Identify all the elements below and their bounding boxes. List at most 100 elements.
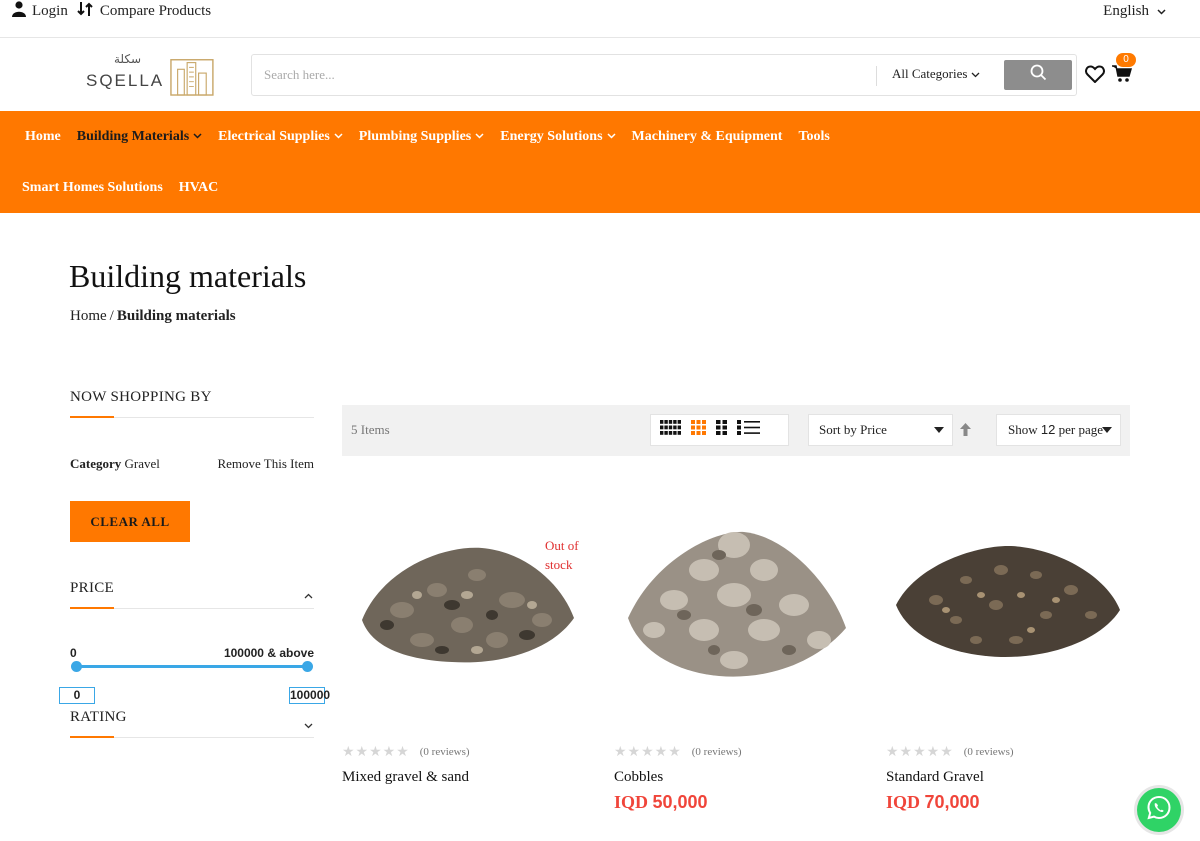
product-image-cobbles[interactable] <box>614 500 854 720</box>
search-bar: All Categories <box>251 54 1077 96</box>
price-currency: IQD <box>614 792 649 812</box>
grid-2-view-icon[interactable] <box>716 420 727 440</box>
caret-down-icon <box>1102 427 1112 433</box>
whatsapp-icon <box>1146 795 1172 826</box>
review-count[interactable]: (0 reviews) <box>692 746 742 758</box>
nav-item-energy-solutions[interactable]: Energy Solutions <box>492 129 623 145</box>
category-select-label: All Categories <box>892 66 968 81</box>
chevron-up-icon[interactable] <box>304 588 313 603</box>
view-mode-switcher <box>650 414 789 446</box>
breadcrumb-home-link[interactable]: Home <box>70 308 107 324</box>
price-slider-max-handle[interactable] <box>302 661 313 672</box>
per-page-select[interactable]: Show 12 per page <box>996 414 1121 446</box>
cart-count-badge: 0 <box>1116 53 1136 67</box>
nav-item-label: Electrical Supplies <box>218 128 330 144</box>
product-price: IQD 70,000 <box>886 792 980 813</box>
category-select[interactable]: All Categories <box>892 66 980 82</box>
nav-item-label: HVAC <box>178 179 219 195</box>
logo-text: SQELLA <box>86 71 165 90</box>
product-image-mixed-gravel[interactable] <box>342 500 582 720</box>
product-name[interactable]: Cobbles <box>614 769 663 786</box>
login-link[interactable]: Login <box>12 0 68 22</box>
review-count[interactable]: (0 reviews) <box>964 746 1014 758</box>
compare-products-link[interactable]: Compare Products <box>76 0 211 23</box>
compare-label: Compare Products <box>99 2 212 19</box>
rating-stars-icon: ★★★★★ <box>342 744 410 760</box>
nav-item-hvac[interactable]: HVAC <box>171 180 226 196</box>
chevron-down-icon <box>475 131 484 142</box>
price-max-input[interactable]: 100000 <box>289 687 330 704</box>
sort-select-label: Sort by Price <box>819 422 887 437</box>
nav-item-label: Home <box>25 128 61 144</box>
nav-row-1: Home Building Materials Electrical Suppl… <box>17 111 838 162</box>
nav-item-label: Tools <box>798 128 830 144</box>
chevron-down-icon <box>607 131 616 142</box>
product-name[interactable]: Standard Gravel <box>886 769 984 786</box>
rating-stars-icon: ★★★★★ <box>614 744 682 760</box>
grid-5-view-icon[interactable] <box>660 420 681 440</box>
nav-item-tools[interactable]: Tools <box>790 129 837 145</box>
search-button[interactable] <box>1004 60 1072 90</box>
price-range-labels: 0 100000 & above <box>70 646 314 660</box>
per-page-value: 12 <box>1040 422 1056 437</box>
filter-value: Gravel <box>124 456 160 471</box>
now-shopping-by-title: NOW SHOPPING BY <box>70 389 212 405</box>
nav-item-electrical-supplies[interactable]: Electrical Supplies <box>210 129 351 145</box>
nav-item-building-materials[interactable]: Building Materials <box>69 129 210 145</box>
search-input[interactable] <box>264 65 864 85</box>
site-logo[interactable]: سكلة SQELLA <box>86 52 214 98</box>
search-divider <box>876 66 877 86</box>
filter-label: Category <box>70 456 122 471</box>
product-image-standard-gravel[interactable] <box>886 500 1126 720</box>
section-accent <box>70 416 114 418</box>
chevron-down-icon <box>971 66 980 82</box>
price-max-label: 100000 & above <box>223 646 314 660</box>
product-rating: ★★★★★ (0 reviews) <box>886 744 1014 760</box>
nav-item-label: Energy Solutions <box>500 128 603 144</box>
compare-icon <box>76 0 94 23</box>
account-links: Login Compare Products <box>12 0 211 22</box>
rating-stars-icon: ★★★★★ <box>886 744 954 760</box>
cart-button[interactable]: 0 <box>1112 53 1136 88</box>
price-filter-title[interactable]: PRICE <box>70 580 114 597</box>
whatsapp-chat-button[interactable] <box>1137 788 1181 832</box>
site-header: سكلة SQELLA All Categories <box>0 38 1200 111</box>
chevron-down-icon <box>1157 3 1166 20</box>
product-toolbar: 5 Items Sort by Price Show 12 per page <box>342 405 1130 456</box>
nav-item-home[interactable]: Home <box>17 129 69 145</box>
price-slider-min-handle[interactable] <box>71 661 82 672</box>
sort-direction-arrow-up-icon[interactable] <box>960 423 971 441</box>
list-view-icon[interactable] <box>737 420 760 440</box>
product-name[interactable]: Mixed gravel & sand <box>342 769 469 786</box>
rating-filter-title[interactable]: RATING <box>70 709 127 726</box>
login-label: Login <box>32 2 68 19</box>
nav-row-2: Smart Homes Solutions HVAC <box>14 162 226 213</box>
wishlist-button[interactable] <box>1085 65 1105 88</box>
product-rating: ★★★★★ (0 reviews) <box>342 744 470 760</box>
main-navigation: Home Building Materials Electrical Suppl… <box>0 111 1200 213</box>
logo-arabic-text: سكلة <box>114 52 142 66</box>
nav-item-machinery-equipment[interactable]: Machinery & Equipment <box>624 129 791 145</box>
price-slider-track[interactable] <box>76 665 308 668</box>
heart-icon <box>1085 65 1105 87</box>
review-count[interactable]: (0 reviews) <box>420 746 470 758</box>
price-value: 50,000 <box>652 792 708 812</box>
product-rating: ★★★★★ (0 reviews) <box>614 744 742 760</box>
grid-4-view-icon[interactable] <box>691 420 706 440</box>
logo-building-icon <box>170 59 214 96</box>
language-switcher[interactable]: English <box>1103 0 1166 22</box>
sort-select[interactable]: Sort by Price <box>808 414 953 446</box>
breadcrumb: Home / Building materials <box>70 308 236 325</box>
chevron-down-icon[interactable] <box>304 718 313 733</box>
nav-item-label: Machinery & Equipment <box>631 128 783 144</box>
price-min-input[interactable]: 0 <box>59 687 95 704</box>
per-page-prefix: Show <box>1008 422 1038 437</box>
out-of-stock-label: Out of stock <box>545 538 579 572</box>
nav-item-smart-homes-solutions[interactable]: Smart Homes Solutions <box>14 180 171 196</box>
top-bar: Login Compare Products English <box>0 0 1200 38</box>
price-min-label: 0 <box>70 646 77 660</box>
nav-item-plumbing-supplies[interactable]: Plumbing Supplies <box>351 129 492 145</box>
clear-all-button[interactable]: CLEAR ALL <box>70 501 190 542</box>
nav-item-label: Building Materials <box>76 128 190 144</box>
remove-filter-link[interactable]: Remove This Item <box>217 456 314 472</box>
